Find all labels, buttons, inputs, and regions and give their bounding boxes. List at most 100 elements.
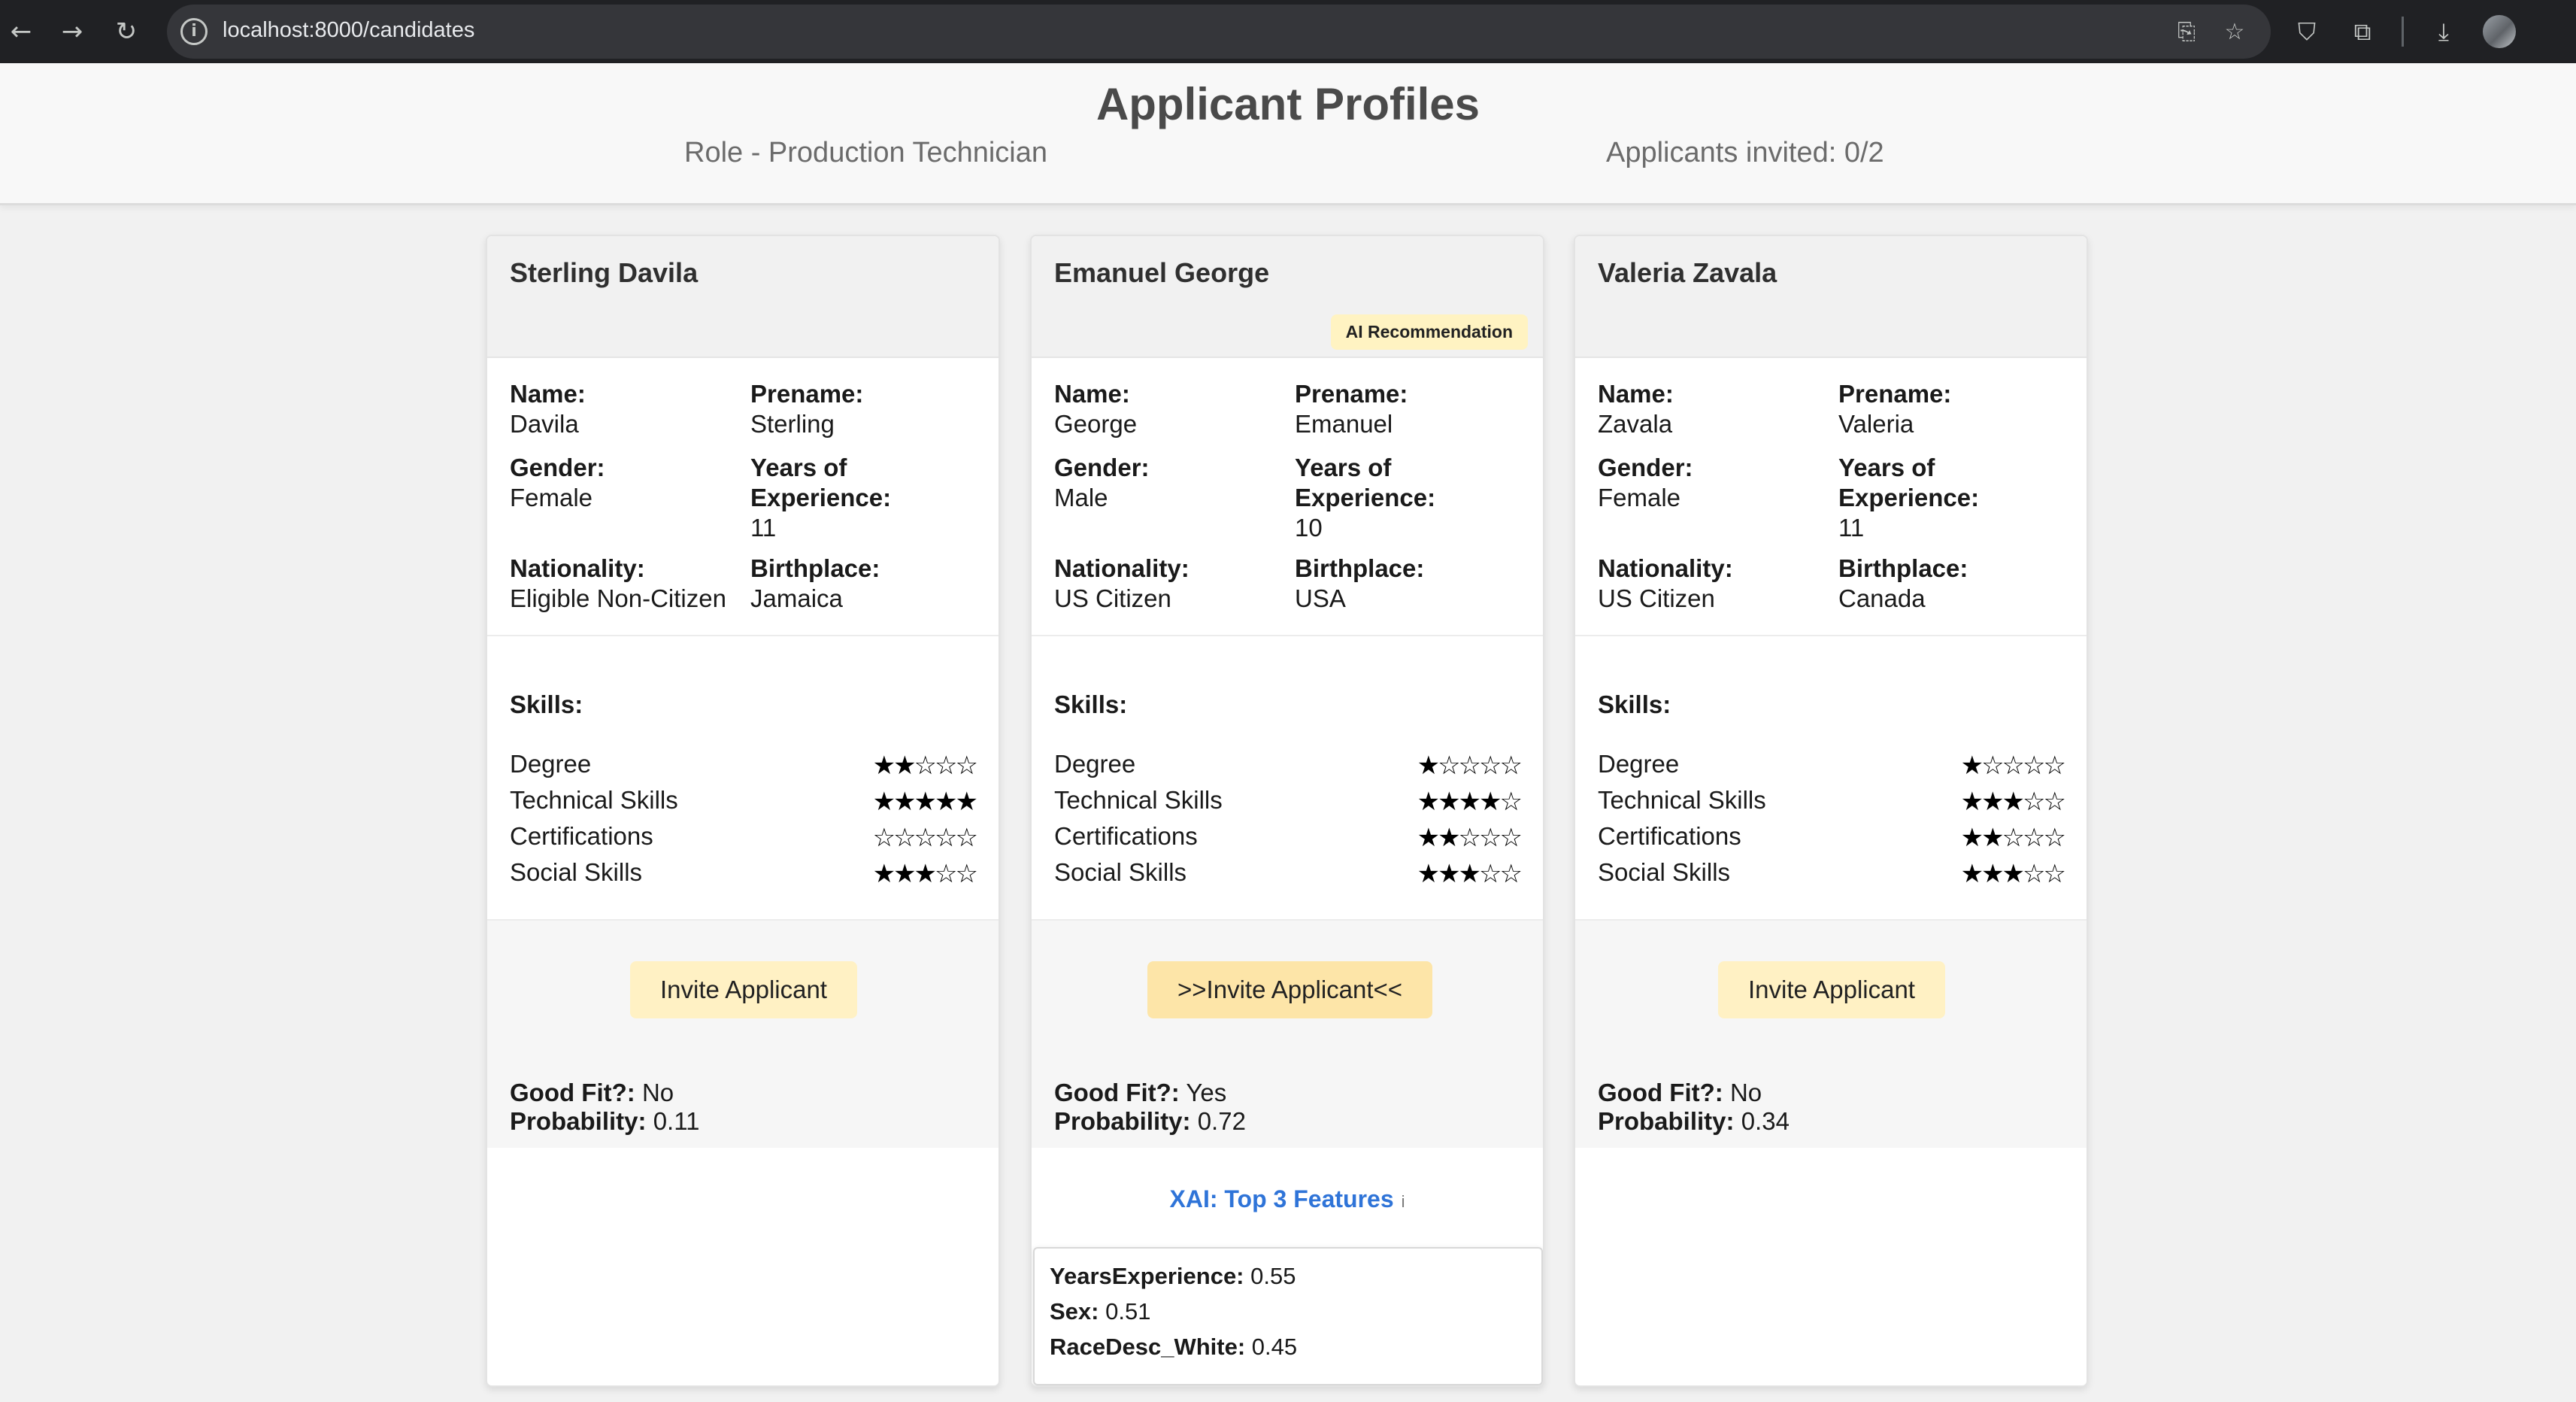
xai-link-label[interactable]: XAI: Top 3 Features (1169, 1185, 1393, 1212)
prename-label: Prename: (750, 380, 864, 408)
skill-row-degree: Degree ★☆☆☆☆ (1054, 749, 1523, 785)
star-rating-icon: ★★★☆☆ (1960, 787, 2066, 817)
star-rating-icon: ★★★☆☆ (1417, 859, 1523, 889)
feature-name: YearsExperience: (1050, 1263, 1244, 1289)
birthplace-label: Birthplace: (1295, 554, 1425, 582)
address-bar[interactable]: i localhost:8000/candidates ⎘ ☆ (167, 5, 2271, 59)
gender-value: Female (510, 484, 593, 511)
candidate-name: Valeria Zavala (1598, 257, 1777, 288)
profile-avatar[interactable] (2483, 15, 2516, 48)
birthplace-label: Birthplace: (1838, 554, 1968, 582)
feature-name: RaceDesc_White: (1050, 1334, 1246, 1360)
prename-value: Sterling (750, 410, 835, 438)
skill-row-degree: Degree ★☆☆☆☆ (1598, 749, 2066, 785)
gender-value: Female (1598, 484, 1681, 511)
card-header: Emanuel George AI Recommendation (1032, 236, 1543, 358)
probability-value: 0.11 (653, 1107, 700, 1135)
invite-applicant-button[interactable]: Invite Applicant (630, 961, 857, 1018)
skill-name: Technical Skills (1598, 786, 1766, 814)
translate-icon[interactable]: ⎘ (2170, 15, 2203, 48)
forward-arrow-icon[interactable]: → (51, 11, 93, 53)
nationality-value: Eligible Non-Citizen (510, 584, 726, 612)
toolbar-divider (2402, 17, 2404, 47)
candidate-name: Emanuel George (1054, 257, 1270, 288)
section-divider (1032, 635, 1543, 636)
ai-recommendation-badge: AI Recommendation (1330, 314, 1528, 350)
invited-counter: Applicants invited: 0/2 (1606, 137, 1884, 168)
good-fit-line: Good Fit?: No (510, 1079, 674, 1107)
skill-name: Certifications (1598, 822, 1741, 850)
good-fit-line: Good Fit?: Yes (1054, 1079, 1226, 1107)
site-info-icon[interactable]: i (180, 18, 208, 45)
card-header: Sterling Davila (487, 236, 999, 358)
skill-row-certifications: Certifications ★★☆☆☆ (1598, 821, 2066, 857)
back-arrow-icon[interactable]: ← (0, 11, 42, 53)
xai-top-features-link[interactable]: XAI: Top 3 Features i (1032, 1185, 1543, 1213)
years-value: 11 (1838, 514, 1865, 542)
card-header: Valeria Zavala (1575, 236, 2087, 358)
good-fit-value: No (1729, 1079, 1762, 1106)
skill-row-certifications: Certifications ☆☆☆☆☆ (510, 821, 978, 857)
name-label: Name: (510, 380, 586, 408)
address-url[interactable]: localhost:8000/candidates (223, 18, 474, 43)
years-value: 11 (750, 514, 777, 542)
star-rating-icon: ★★★☆☆ (1960, 859, 2066, 889)
page-header: Applicant Profiles Role - Production Tec… (0, 63, 2576, 205)
years-label: Years of Experience: (750, 454, 892, 511)
star-rating-icon: ★★★★☆ (1417, 787, 1523, 817)
skill-row-social: Social Skills ★★★☆☆ (1054, 857, 1523, 894)
star-rating-icon: ★☆☆☆☆ (1417, 751, 1523, 781)
feature-name: Sex: (1050, 1298, 1099, 1325)
candidate-card-sterling-davila: Sterling Davila Name: Davila Prename: Sterli… (486, 235, 1000, 1387)
skill-row-certifications: Certifications ★★☆☆☆ (1054, 821, 1523, 857)
probability-line: Probability: 0.11 (510, 1107, 699, 1136)
info-prename: Prename: Sterling (750, 379, 976, 439)
star-rating-icon: ★★☆☆☆ (872, 751, 978, 781)
section-divider (487, 635, 999, 636)
invite-applicant-button[interactable]: >>Invite Applicant<< (1147, 961, 1433, 1018)
skill-name: Technical Skills (510, 786, 678, 814)
probability-label: Probability: (1598, 1107, 1735, 1135)
extensions-puzzle-icon[interactable]: ⧉ (2341, 11, 2384, 53)
info-name: Name: Zavala (1598, 379, 1823, 439)
skill-row-technical: Technical Skills ★★★★★ (510, 785, 978, 821)
xai-feature: RaceDesc_White: 0.45 (1050, 1333, 1297, 1361)
skill-name: Certifications (1054, 822, 1198, 850)
star-rating-icon: ★★★★★ (872, 787, 978, 817)
skill-name: Social Skills (1598, 858, 1731, 886)
skill-name: Technical Skills (1054, 786, 1223, 814)
info-nationality: Nationality: US Citizen (1054, 554, 1280, 614)
info-gender: Gender: Male (1054, 453, 1280, 513)
browser-toolbar: ← → ↻ i localhost:8000/candidates ⎘ ☆ ⛉ … (0, 0, 2576, 63)
skills-heading: Skills: (510, 690, 583, 718)
years-label: Years of Experience: (1838, 454, 1980, 511)
good-fit-value: No (641, 1079, 674, 1106)
info-name: Name: George (1054, 379, 1280, 439)
skill-row-social: Social Skills ★★★☆☆ (1598, 857, 2066, 894)
invite-section: Invite Applicant (487, 919, 999, 1056)
info-icon[interactable]: i (1402, 1192, 1405, 1211)
skill-name: Social Skills (510, 858, 643, 886)
skill-row-degree: Degree ★★☆☆☆ (510, 749, 978, 785)
section-divider (1575, 635, 2087, 636)
info-birthplace: Birthplace: USA (1295, 554, 1520, 614)
gender-label: Gender: (1054, 454, 1150, 481)
shield-extension-icon[interactable]: ⛉ (2286, 11, 2328, 53)
gender-label: Gender: (1598, 454, 1693, 481)
skills-heading: Skills: (1054, 690, 1128, 718)
prename-label: Prename: (1295, 380, 1408, 408)
page-title: Applicant Profiles (1096, 79, 1480, 129)
download-icon[interactable]: ⤓ (2423, 11, 2465, 53)
info-birthplace: Birthplace: Jamaica (750, 554, 976, 614)
candidate-card-valeria-zavala: Valeria Zavala Name: Zavala Prename: Valeria… (1574, 235, 2088, 1387)
bookmark-star-icon[interactable]: ☆ (2218, 15, 2251, 48)
star-rating-icon: ☆☆☆☆☆ (872, 823, 978, 853)
skill-row-technical: Technical Skills ★★★☆☆ (1598, 785, 2066, 821)
reload-icon[interactable]: ↻ (105, 11, 147, 53)
info-nationality: Nationality: Eligible Non-Citizen (510, 554, 735, 614)
invite-applicant-button[interactable]: Invite Applicant (1718, 961, 1945, 1018)
name-value: Davila (510, 410, 579, 438)
good-fit-label: Good Fit?: (510, 1079, 635, 1106)
candidate-card-emanuel-george: Emanuel George AI Recommendation Name: Geor… (1030, 235, 1544, 1387)
nationality-label: Nationality: (1598, 554, 1733, 582)
